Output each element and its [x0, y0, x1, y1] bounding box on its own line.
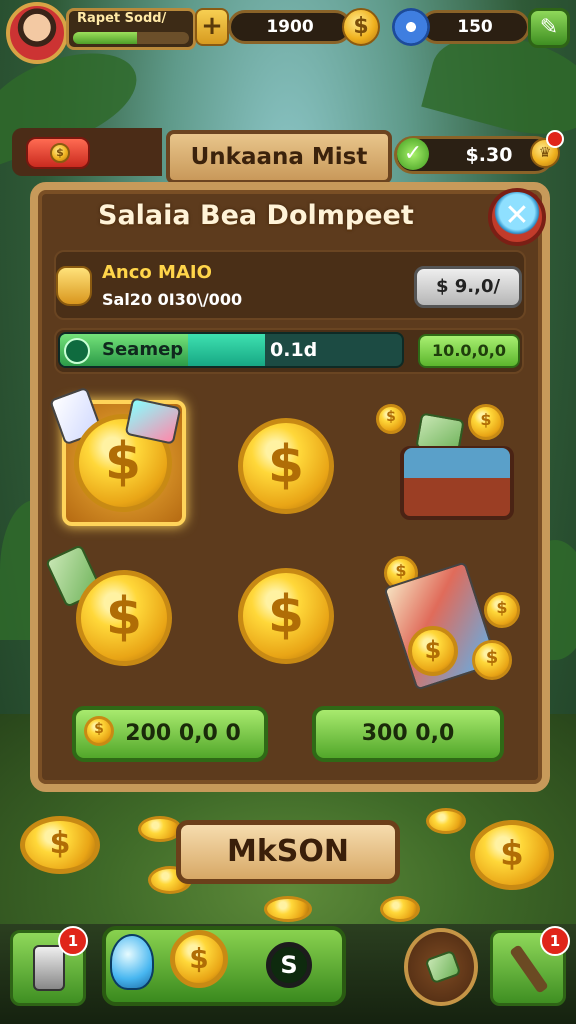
tools-icon[interactable]: ✎ [528, 8, 570, 48]
buy-right-button[interactable]: 300 0,0 [312, 706, 504, 762]
coin-symbol: $ [267, 585, 305, 645]
main-action-button[interactable]: MkSON [176, 820, 400, 884]
panel-title: Salaia Bea Dolmpeet [98, 200, 414, 231]
coin-symbol: $ [485, 647, 499, 668]
badge-right: 1 [540, 926, 570, 956]
banner-title: Unkaana Mist [166, 130, 392, 184]
progress-reward-button[interactable]: 10.0,0,0 [418, 334, 520, 368]
coin-stack-icon: $ [170, 930, 228, 988]
coin-item-3[interactable]: $ [76, 570, 172, 666]
close-button[interactable]: ✕ [488, 188, 546, 246]
progress-label: Seamep [102, 339, 184, 360]
coin-symbol: $ [49, 826, 71, 861]
coin-symbol: $ [424, 636, 442, 664]
coin-item-2[interactable]: $ [238, 418, 334, 514]
player-xp-box: Rapet Sodd/ [66, 8, 196, 50]
chest-lid [404, 448, 510, 478]
player-name: Rapet Sodd/ [77, 11, 167, 26]
xp-fill [73, 32, 137, 44]
coin-icon: $ [84, 716, 114, 746]
coin-icon: $ [50, 143, 70, 163]
small-coin-icon: $ [484, 592, 520, 628]
coin-symbol: $ [267, 435, 305, 495]
small-coin-icon: $ [376, 404, 406, 434]
currency1-display: 1900 [228, 10, 352, 44]
add-xp-button[interactable]: + [195, 8, 229, 46]
ground-coin-decoration [380, 896, 420, 922]
coin-symbol: $ [189, 942, 209, 975]
currency2-display: 150 [420, 10, 530, 44]
coin-symbol: $ [480, 410, 492, 429]
hammer-icon [509, 944, 549, 994]
small-coin-icon: $ [408, 626, 458, 676]
money-value: $.30 [465, 144, 513, 166]
gem-gear-icon[interactable] [392, 8, 430, 46]
lightbulb-icon [110, 934, 154, 990]
refresh-icon [64, 338, 90, 364]
ground-coin-decoration [264, 896, 312, 922]
dollar-icon: S [266, 942, 312, 988]
gold-bag-icon [56, 266, 92, 306]
currency2-value: 150 [457, 17, 493, 37]
small-coin-icon: $ [472, 640, 512, 680]
notification-dot [546, 130, 564, 148]
small-coin-icon: $ [468, 404, 504, 440]
badge-left: 1 [58, 926, 88, 956]
item-name: Anco MAIO [102, 262, 212, 283]
player-avatar[interactable] [6, 2, 68, 64]
ground-coin-decoration: $ [20, 816, 100, 874]
ground-coin-decoration [426, 808, 466, 834]
coin-symbol: $ [500, 834, 524, 874]
price-button[interactable]: $ 9.,0/ [414, 266, 522, 308]
coin-symbol: $ [94, 721, 104, 737]
xp-bar [73, 32, 189, 44]
buy-left-label: 200 0,0 0 [125, 721, 241, 746]
currency1-value: 1900 [266, 17, 314, 37]
red-coin-tab-button[interactable]: $ [26, 137, 90, 169]
item-subtitle: Sal20 0I30\/000 [102, 290, 243, 309]
coin-symbol: $ [496, 598, 508, 617]
canister-icon [33, 945, 65, 991]
coin-item-4[interactable]: $ [238, 568, 334, 664]
coin-icon[interactable]: $ [342, 8, 380, 46]
cash-icon [424, 949, 462, 985]
coin-symbol: $ [105, 587, 143, 647]
check-icon[interactable]: ✓ [397, 138, 429, 170]
boost-button[interactable] [404, 928, 478, 1006]
coin-symbol: $ [386, 409, 396, 425]
ground-coin-decoration: $ [470, 820, 554, 890]
progress-value: 0.1d [270, 339, 318, 361]
